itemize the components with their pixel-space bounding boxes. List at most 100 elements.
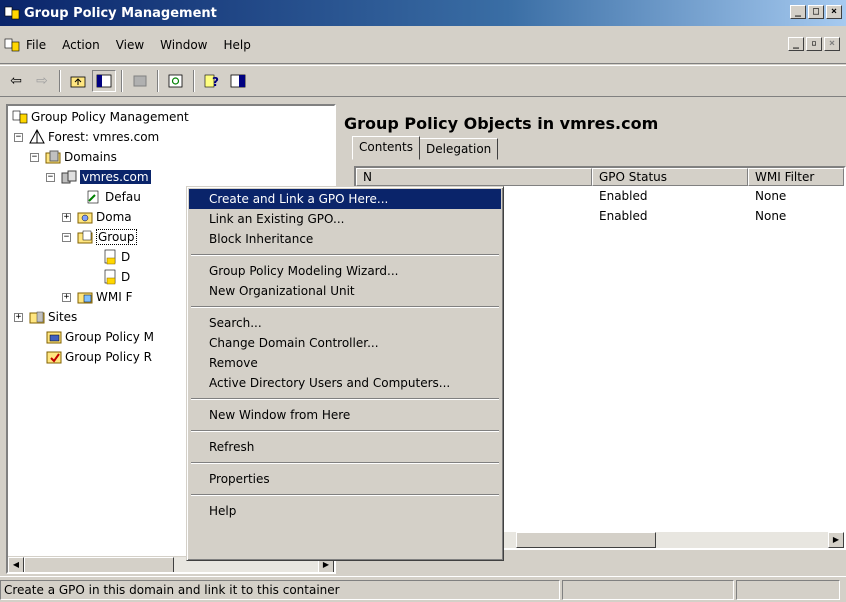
menu-item-search[interactable]: Search... xyxy=(189,313,501,333)
tree-item-sites[interactable]: + Sites xyxy=(14,308,77,326)
menu-item-ad-users-computers[interactable]: Active Directory Users and Computers... xyxy=(189,373,501,393)
forward-arrow-icon[interactable]: ⇨ xyxy=(30,70,54,92)
child-minimize-button[interactable]: _ xyxy=(788,37,804,51)
svg-text:?: ? xyxy=(212,75,219,88)
up-folder-icon[interactable] xyxy=(66,70,90,92)
menu-item-help[interactable]: Help xyxy=(189,501,501,521)
tree-item-domain-vmres[interactable]: − vmres.com xyxy=(46,168,151,186)
tree-item-gp-results[interactable]: Group Policy R xyxy=(46,348,152,366)
tree-label: Group Policy M xyxy=(65,330,155,344)
toolbar-separator xyxy=(121,70,123,92)
toolbar-separator xyxy=(193,70,195,92)
tree-item-gpo-container[interactable]: − Group xyxy=(62,228,137,246)
show-hide-tree-icon[interactable] xyxy=(92,70,116,92)
tab-delegation[interactable]: Delegation xyxy=(418,138,499,160)
menu-item-change-dc[interactable]: Change Domain Controller... xyxy=(189,333,501,353)
menu-action[interactable]: Action xyxy=(62,38,100,52)
gpo-icon xyxy=(102,269,118,285)
column-header-wmi[interactable]: WMI Filter xyxy=(748,168,844,186)
tree-label: Sites xyxy=(48,310,78,324)
menu-item-properties[interactable]: Properties xyxy=(189,469,501,489)
tree-item-default-domain-policy[interactable]: Defau xyxy=(86,188,141,206)
menu-separator xyxy=(191,254,499,256)
toolbar-separator xyxy=(59,70,61,92)
title-bar[interactable]: Group Policy Management _ □ × xyxy=(0,0,846,26)
collapse-icon[interactable]: − xyxy=(62,232,71,242)
tree-item-gpo-1[interactable]: D xyxy=(102,248,130,266)
menu-item-modeling-wizard[interactable]: Group Policy Modeling Wizard... xyxy=(189,261,501,281)
domain-icon xyxy=(61,169,77,185)
modeling-icon xyxy=(46,329,62,345)
menu-item-new-ou[interactable]: New Organizational Unit xyxy=(189,281,501,301)
cell-wmi: None xyxy=(755,209,787,223)
collapse-icon[interactable]: − xyxy=(14,132,23,142)
scroll-thumb[interactable] xyxy=(516,532,656,548)
tree-label: Domains xyxy=(64,150,117,164)
scroll-thumb[interactable] xyxy=(24,557,174,572)
expand-icon[interactable]: + xyxy=(62,212,71,222)
tree-item-gpo-2[interactable]: D xyxy=(102,268,130,286)
details-title: Group Policy Objects in vmres.com xyxy=(344,114,659,133)
status-text: Create a GPO in this domain and link it … xyxy=(0,579,560,600)
scroll-left-icon[interactable]: ◀ xyxy=(8,557,24,572)
close-button[interactable]: × xyxy=(826,5,842,19)
gpo-icon xyxy=(102,249,118,265)
menu-separator xyxy=(191,462,499,464)
menu-file[interactable]: File xyxy=(26,38,46,52)
menu-bar: File Action View Window Help _ ▫ × xyxy=(0,26,846,64)
column-header-status[interactable]: GPO Status xyxy=(592,168,748,186)
scroll-right-icon[interactable]: ▶ xyxy=(828,532,844,548)
wmi-folder-icon xyxy=(77,289,93,305)
maximize-button[interactable]: □ xyxy=(808,5,824,19)
tree-item-forest[interactable]: − Forest: vmres.com xyxy=(14,128,159,146)
column-header-name[interactable]: N xyxy=(356,168,592,186)
gpo-link-icon xyxy=(86,189,102,205)
help-icon[interactable]: ? xyxy=(200,70,224,92)
child-close-button[interactable]: × xyxy=(824,37,840,51)
delete-icon[interactable] xyxy=(128,70,152,92)
collapse-icon[interactable]: − xyxy=(46,172,55,182)
menu-item-block-inheritance[interactable]: Block Inheritance xyxy=(189,229,501,249)
menu-item-refresh[interactable]: Refresh xyxy=(189,437,501,457)
menu-item-create-link-gpo[interactable]: Create and Link a GPO Here... xyxy=(189,189,501,209)
forest-icon xyxy=(29,128,45,145)
show-action-pane-icon[interactable] xyxy=(226,70,250,92)
list-header: N GPO Status WMI Filter xyxy=(356,168,844,186)
menu-item-remove[interactable]: Remove xyxy=(189,353,501,373)
menu-item-link-existing-gpo[interactable]: Link an Existing GPO... xyxy=(189,209,501,229)
refresh-icon[interactable] xyxy=(164,70,188,92)
tree-item-wmi-filters[interactable]: + WMI F xyxy=(62,288,132,306)
tree-label: Forest: vmres.com xyxy=(48,130,160,144)
tree-label: Group Policy R xyxy=(65,350,153,364)
child-restore-button[interactable]: ▫ xyxy=(806,37,822,51)
menu-view[interactable]: View xyxy=(116,38,144,52)
menu-help[interactable]: Help xyxy=(224,38,251,52)
gpm-icon xyxy=(12,109,28,125)
tab-strip: Contents Delegation xyxy=(352,136,499,160)
menu-separator xyxy=(191,398,499,400)
tree-item-gpm-root[interactable]: Group Policy Management xyxy=(12,108,189,126)
menu-window[interactable]: Window xyxy=(160,38,207,52)
minimize-button[interactable]: _ xyxy=(790,5,806,19)
back-arrow-icon[interactable]: ⇦ xyxy=(4,70,28,92)
tree-item-domain-controllers[interactable]: + Doma xyxy=(62,208,132,226)
tree-item-gp-modeling[interactable]: Group Policy M xyxy=(46,328,154,346)
gpm-menu-icon[interactable] xyxy=(4,37,20,53)
expand-icon[interactable]: + xyxy=(14,312,23,322)
menu-separator xyxy=(191,306,499,308)
tree-label: D xyxy=(121,270,131,284)
window-title: Group Policy Management xyxy=(24,5,217,21)
toolbar: ⇦ ⇨ ? xyxy=(0,65,846,97)
menu-separator xyxy=(191,430,499,432)
tree-label: Group Policy Management xyxy=(31,110,189,124)
menu-separator xyxy=(191,494,499,496)
expand-icon[interactable]: + xyxy=(62,292,71,302)
collapse-icon[interactable]: − xyxy=(30,152,39,162)
menu-item-new-window[interactable]: New Window from Here xyxy=(189,405,501,425)
tab-contents[interactable]: Contents xyxy=(352,136,420,160)
cell-status: Enabled xyxy=(599,189,648,203)
tree-label: Group xyxy=(96,229,137,245)
tree-item-domains[interactable]: − Domains xyxy=(30,148,117,166)
sites-icon xyxy=(29,309,45,325)
gpo-folder-icon xyxy=(77,229,93,245)
